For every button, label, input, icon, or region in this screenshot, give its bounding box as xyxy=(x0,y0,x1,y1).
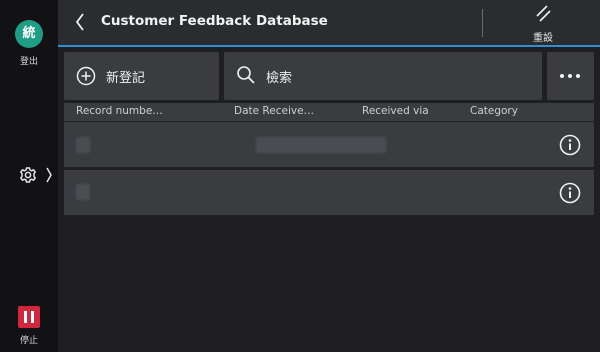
search-icon xyxy=(237,66,255,84)
reset-label: 重設 xyxy=(533,33,553,44)
header-bar: Customer Feedback Database 重設 xyxy=(58,0,600,45)
header-accent-line xyxy=(58,45,600,47)
column-header[interactable]: Record numbe… xyxy=(76,105,163,117)
redacted-cell xyxy=(76,137,90,153)
redacted-cell xyxy=(76,184,90,200)
table-row[interactable] xyxy=(64,122,594,167)
info-button[interactable] xyxy=(558,133,582,157)
new-record-label: 新登記 xyxy=(106,71,146,86)
info-button[interactable] xyxy=(558,181,582,205)
chevron-right-icon xyxy=(46,167,52,183)
redacted-cell xyxy=(256,137,386,153)
stop-label: 停止 xyxy=(19,336,38,346)
new-record-button[interactable]: 新登記 xyxy=(64,52,219,100)
reset-button[interactable]: 重設 xyxy=(520,4,566,44)
more-options-button[interactable] xyxy=(547,52,594,100)
search-label: 檢索 xyxy=(266,71,293,86)
logout-button[interactable]: 統 登出 xyxy=(0,16,58,67)
page-title: Customer Feedback Database xyxy=(101,13,328,29)
info-icon xyxy=(559,182,581,204)
back-button[interactable] xyxy=(70,8,94,36)
column-header[interactable]: Category xyxy=(470,105,518,117)
table-row[interactable] xyxy=(64,170,594,215)
side-rail: 統 登出 停止 xyxy=(0,0,58,352)
logout-label: 登出 xyxy=(19,57,38,67)
pause-icon xyxy=(18,306,40,328)
column-header[interactable]: Received via xyxy=(362,105,429,117)
stop-button[interactable]: 停止 xyxy=(0,306,58,348)
gear-icon xyxy=(19,167,52,183)
column-header[interactable]: Date Receive… xyxy=(234,105,314,117)
info-icon xyxy=(559,134,581,156)
add-circle-icon xyxy=(76,66,96,86)
search-button[interactable]: 檢索 xyxy=(224,52,542,100)
table-header: Record numbe… Date Receive… Received via… xyxy=(64,103,594,121)
user-avatar: 統 xyxy=(15,20,43,48)
settings-button[interactable] xyxy=(16,164,56,188)
header-divider xyxy=(482,9,483,37)
chevron-left-icon xyxy=(75,13,84,31)
reset-icon xyxy=(536,5,551,22)
